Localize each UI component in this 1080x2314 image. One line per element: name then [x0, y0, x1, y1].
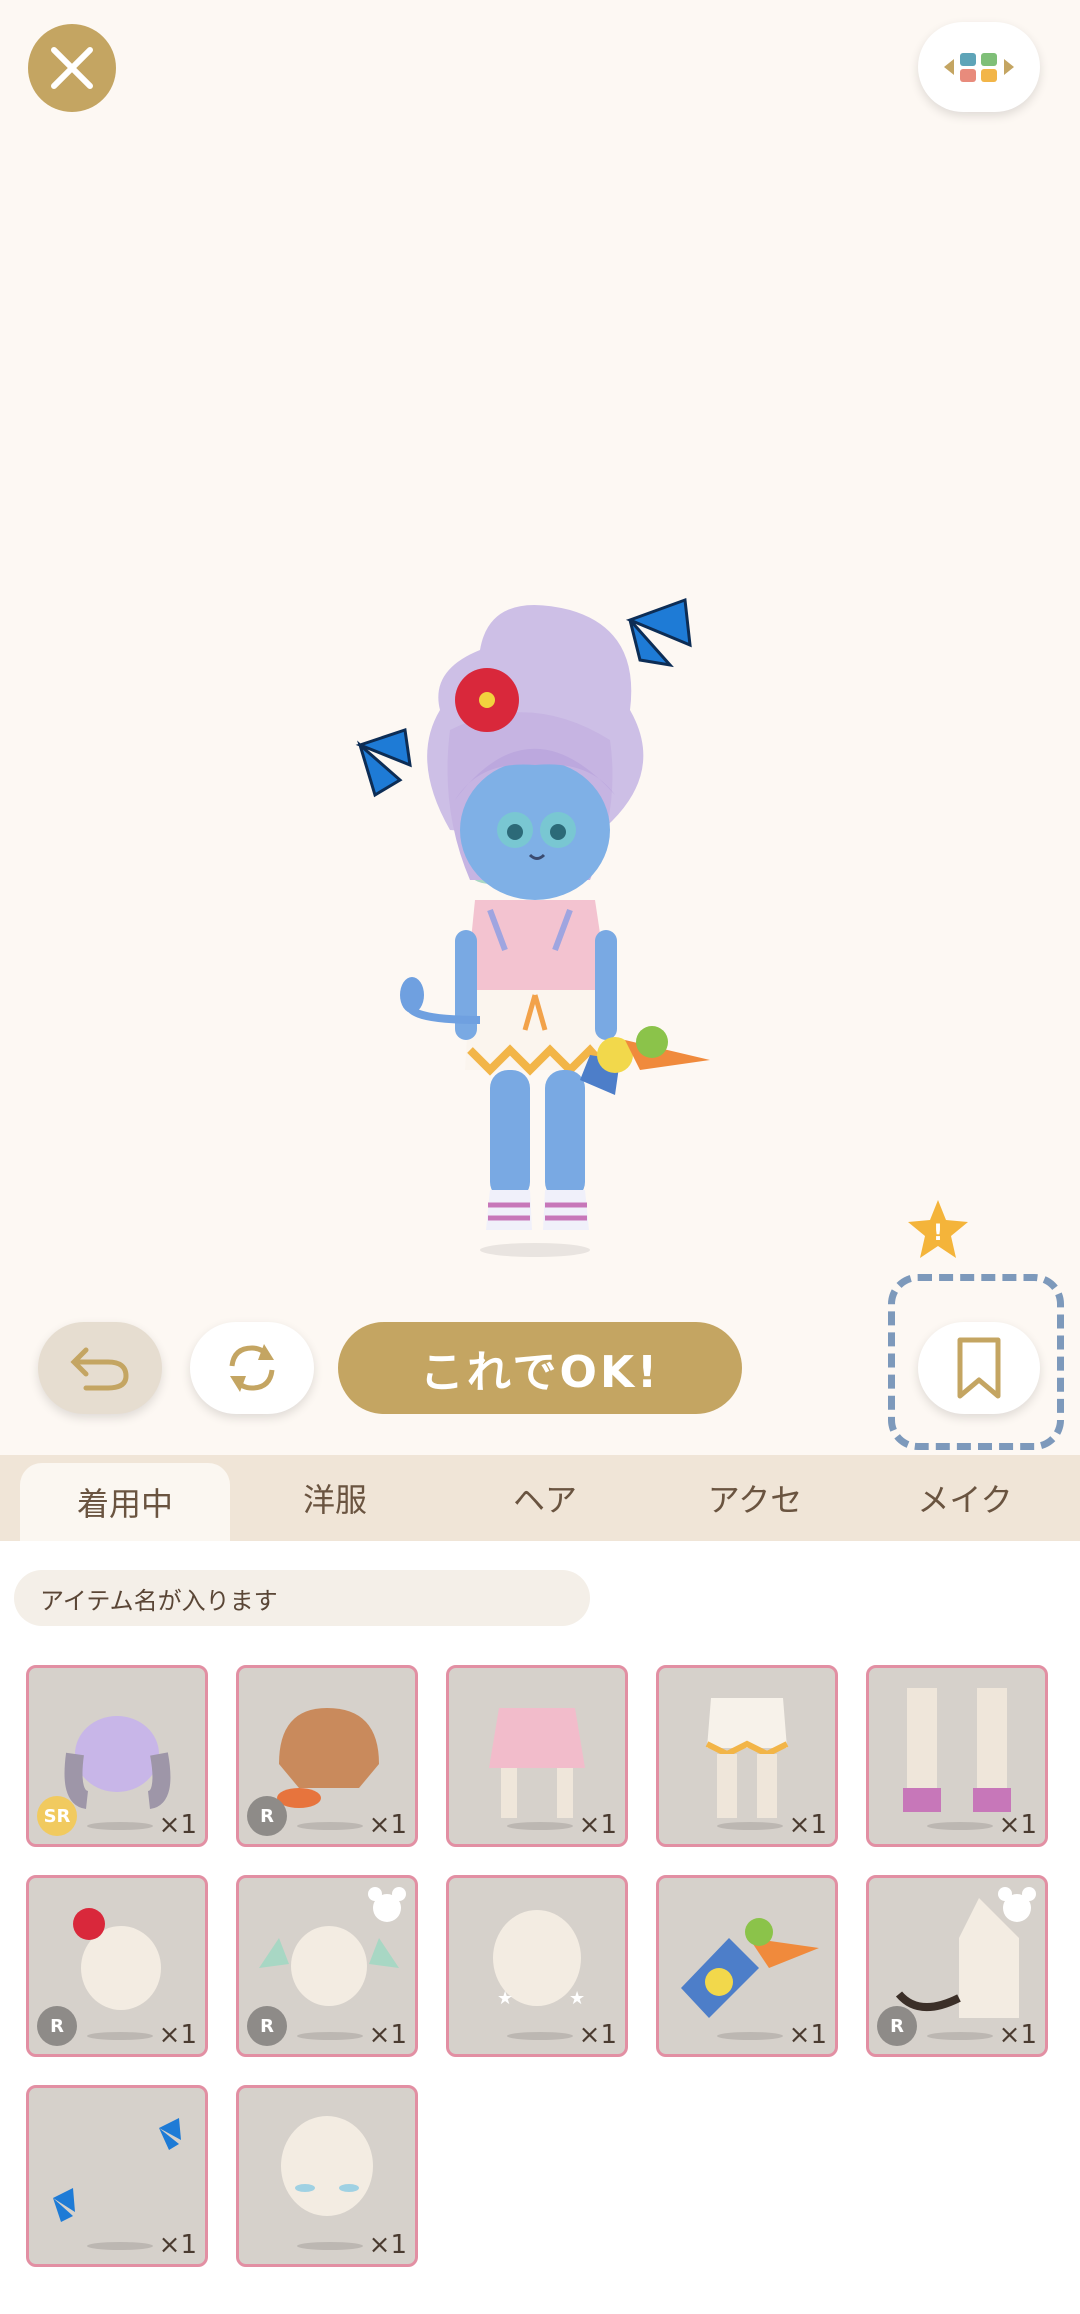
tab-clothes[interactable]: 洋服: [230, 1455, 440, 1541]
item-shadow: [87, 2242, 153, 2250]
item-count: ×1: [788, 1810, 827, 1840]
item-card[interactable]: R ×1: [236, 1665, 418, 1847]
item-card[interactable]: ×1: [656, 1665, 838, 1847]
item-card[interactable]: ×1: [656, 1875, 838, 2057]
item-card[interactable]: ×1: [236, 2085, 418, 2267]
rarity-badge: R: [247, 2006, 287, 2046]
item-count: ×1: [368, 1810, 407, 1840]
bookmark-icon: [957, 1337, 1001, 1399]
item-card[interactable]: ×1: [26, 2085, 208, 2267]
notice-text: !: [933, 1221, 943, 1246]
item-count: ×1: [998, 1810, 1037, 1840]
rarity-badge: R: [877, 2006, 917, 2046]
item-count: ×1: [158, 1810, 197, 1840]
refresh-icon: [229, 1344, 275, 1392]
close-button[interactable]: [28, 24, 116, 112]
undo-button[interactable]: [38, 1322, 162, 1414]
item-card[interactable]: R ×1: [236, 1875, 418, 2057]
item-count: ×1: [368, 2230, 407, 2260]
item-card[interactable]: R ×1: [866, 1875, 1048, 2057]
item-shadow: [87, 1822, 153, 1830]
bear-icon: [368, 1887, 406, 1922]
undo-icon: [70, 1347, 129, 1391]
star-exclamation-icon: !: [908, 1200, 968, 1258]
bear-icon: [998, 1887, 1036, 1922]
item-card[interactable]: ×1: [446, 1665, 628, 1847]
item-count: ×1: [158, 2230, 197, 2260]
item-shadow: [507, 1822, 573, 1830]
svg-text:★: ★: [497, 1988, 513, 2009]
tab-accessories[interactable]: アクセ: [650, 1455, 860, 1541]
tab-makeup[interactable]: メイク: [860, 1455, 1070, 1541]
item-shadow: [297, 1822, 363, 1830]
svg-text:★: ★: [569, 1988, 585, 2009]
confirm-ok-button[interactable]: これでOK!: [338, 1322, 742, 1414]
item-count: ×1: [158, 2020, 197, 2050]
arrows-grid-icon: [944, 53, 1014, 82]
item-count: ×1: [998, 2020, 1037, 2050]
rarity-badge: R: [247, 1796, 287, 1836]
item-count: ×1: [368, 2020, 407, 2050]
item-card[interactable]: SR ×1: [26, 1665, 208, 1847]
bookmark-button[interactable]: [918, 1322, 1040, 1414]
item-card[interactable]: R ×1: [26, 1875, 208, 2057]
item-card[interactable]: ×1: [866, 1665, 1048, 1847]
avatar-preview[interactable]: [340, 590, 720, 1280]
tab-wearing[interactable]: 着用中: [20, 1463, 230, 1541]
item-count: ×1: [578, 1810, 617, 1840]
rarity-badge: R: [37, 2006, 77, 2046]
category-tabs: 着用中 洋服 ヘア アクセ メイク: [0, 1455, 1080, 1541]
tab-hair[interactable]: ヘア: [440, 1455, 650, 1541]
item-count: ×1: [578, 2020, 617, 2050]
item-shadow: [927, 2032, 993, 2040]
item-shadow: [717, 2032, 783, 2040]
item-shadow: [507, 2032, 573, 2040]
layout-toggle-button[interactable]: [918, 22, 1040, 112]
item-shadow: [297, 2242, 363, 2250]
rarity-badge: SR: [37, 1796, 77, 1836]
item-shadow: [297, 2032, 363, 2040]
item-shadow: [87, 2032, 153, 2040]
item-shadow: [927, 1822, 993, 1830]
close-icon: [51, 47, 93, 89]
reroll-button[interactable]: [190, 1322, 314, 1414]
item-shadow: [717, 1822, 783, 1830]
item-name-field: アイテム名が入ります: [14, 1570, 590, 1626]
item-count: ×1: [788, 2020, 827, 2050]
item-card[interactable]: ★ ★ ×1: [446, 1875, 628, 2057]
